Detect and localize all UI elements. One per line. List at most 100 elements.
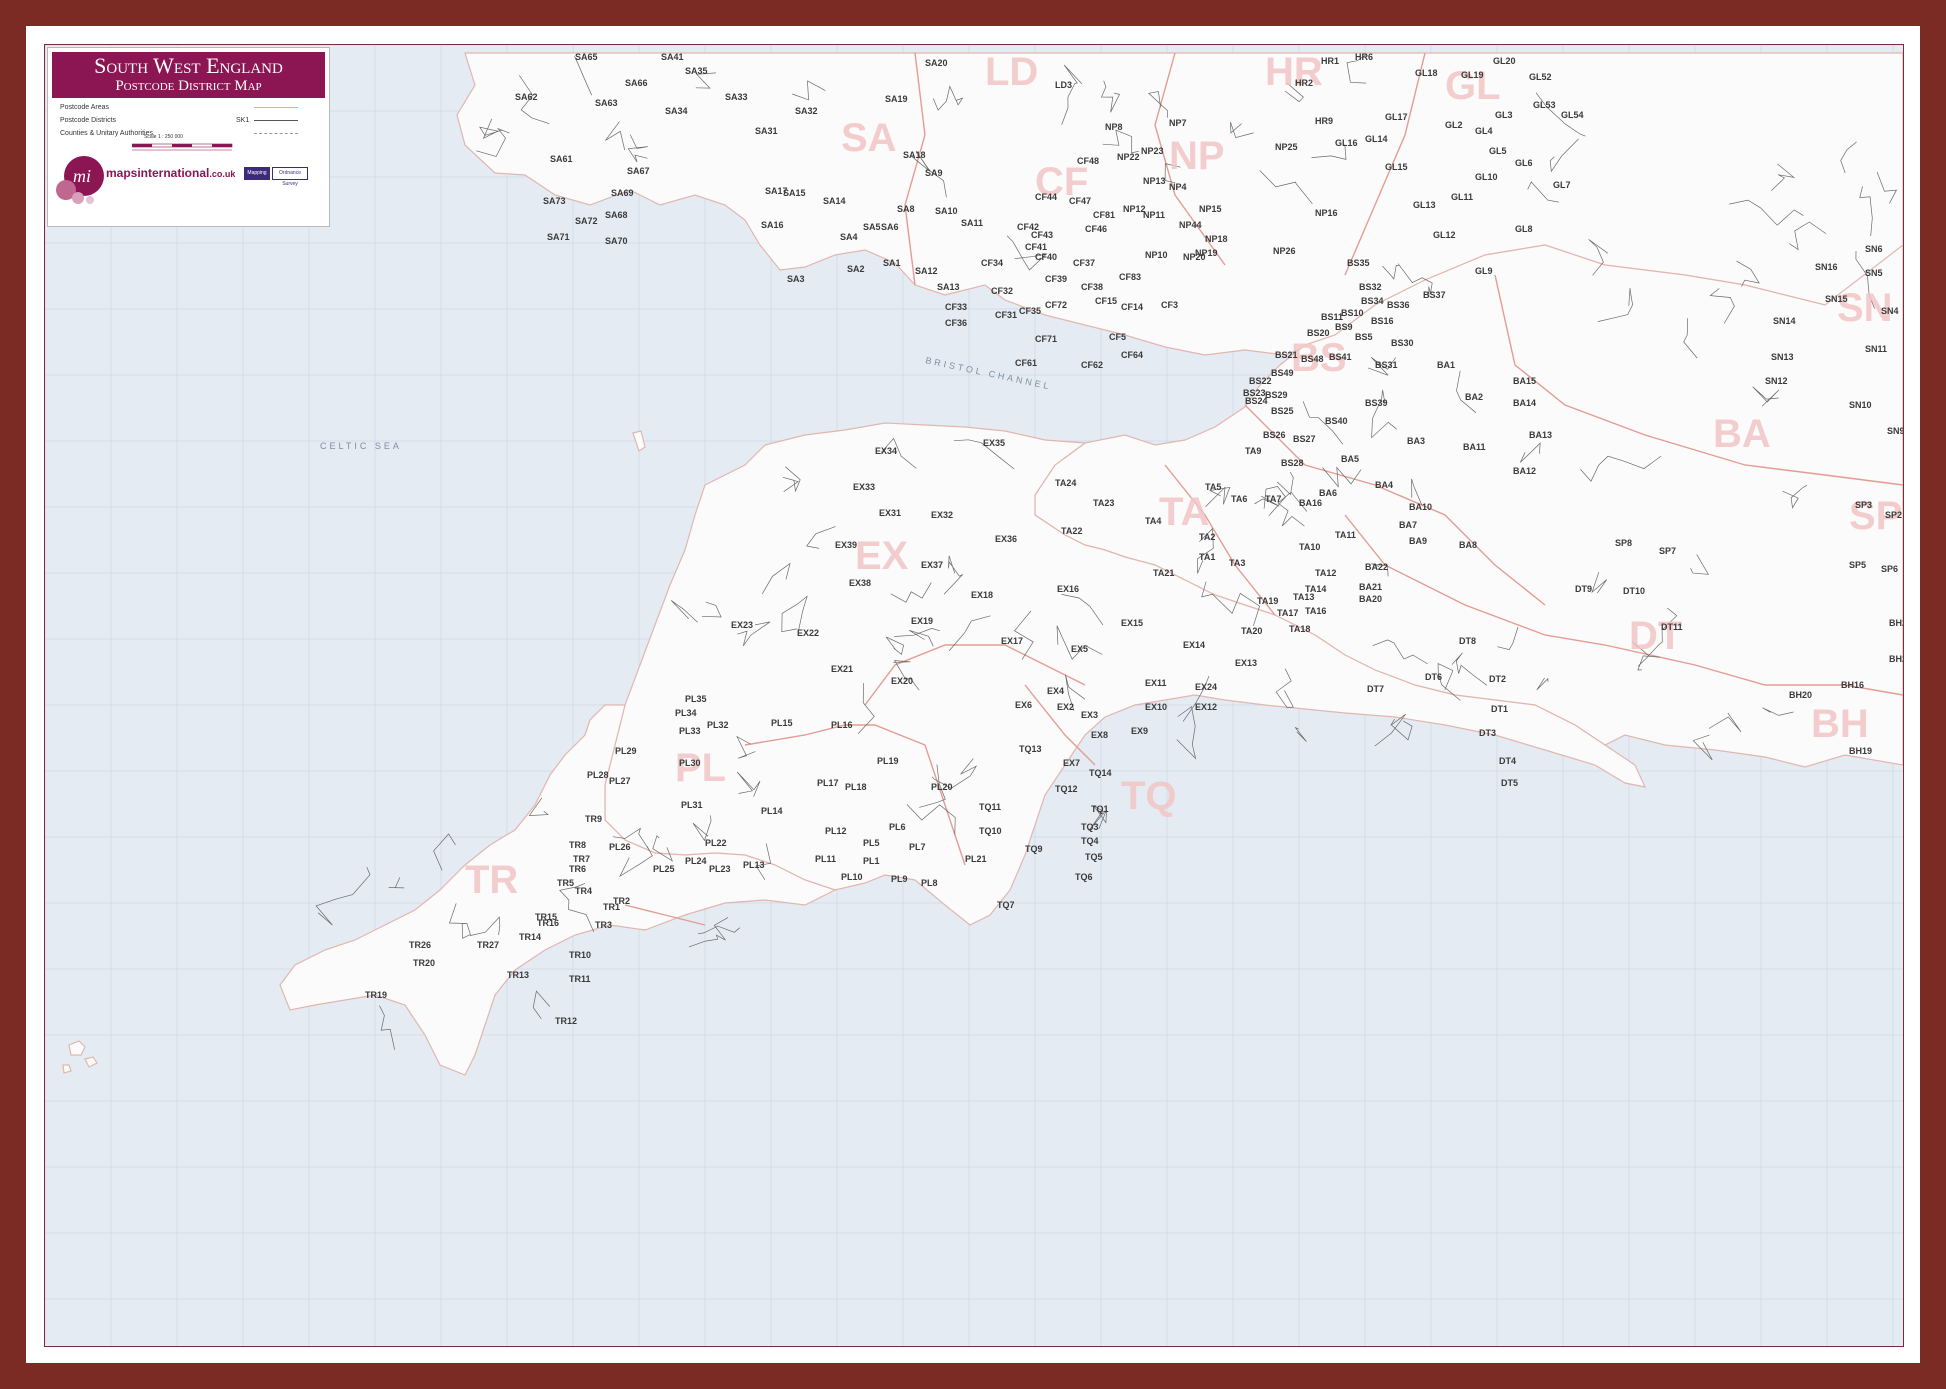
district-label-sa10: SA10 — [935, 206, 958, 216]
district-label-gl11: GL11 — [1451, 192, 1473, 202]
district-label-hr9: HR9 — [1315, 116, 1333, 126]
district-label-np26: NP26 — [1273, 246, 1296, 256]
district-label-pl15: PL15 — [771, 718, 793, 728]
district-label-pl12: PL12 — [825, 826, 847, 836]
district-label-dt3: DT3 — [1479, 728, 1496, 738]
map-subtitle: Postcode District Map — [115, 78, 262, 94]
district-label-gl4: GL4 — [1475, 126, 1493, 136]
district-label-cf71: CF71 — [1035, 334, 1057, 344]
district-label-sa65: SA65 — [575, 52, 598, 62]
district-label-bs23: BS23 — [1243, 388, 1266, 398]
district-label-bs26: BS26 — [1263, 430, 1286, 440]
district-label-ba10: BA10 — [1409, 502, 1432, 512]
district-label-ba16: BA16 — [1299, 498, 1322, 508]
district-label-ex13: EX13 — [1235, 658, 1257, 668]
district-label-gl12: GL12 — [1433, 230, 1456, 240]
district-label-cf31: CF31 — [995, 310, 1017, 320]
district-label-bh22: BH22 — [1889, 654, 1903, 664]
district-label-cf15: CF15 — [1095, 296, 1117, 306]
district-label-tq5: TQ5 — [1085, 852, 1103, 862]
area-label-dt: DT — [1629, 614, 1682, 658]
map-canvas: LD HR GLSA NPCFBSSNBATA SPEXDTBHPLTQTR CELTI… — [45, 45, 1903, 1346]
district-label-pl25: PL25 — [653, 864, 675, 874]
district-label-sa5: SA5 — [863, 222, 881, 232]
district-label-ex20: EX20 — [891, 676, 913, 686]
district-label-sn12: SN12 — [1765, 376, 1788, 386]
district-label-pl26: PL26 — [609, 842, 631, 852]
district-label-ex12: EX12 — [1195, 702, 1217, 712]
district-label-gl3: GL3 — [1495, 110, 1513, 120]
district-label-np22: NP22 — [1117, 152, 1140, 162]
district-label-pl17: PL17 — [817, 778, 839, 788]
area-label-ba: BA — [1713, 412, 1771, 456]
district-label-sn6: SN6 — [1865, 244, 1883, 254]
district-label-tq9: TQ9 — [1025, 844, 1043, 854]
district-label-pl28: PL28 — [587, 770, 609, 780]
district-label-sa8: SA8 — [897, 204, 915, 214]
district-label-cf36: CF36 — [945, 318, 967, 328]
area-label-np: NP — [1169, 134, 1225, 178]
district-label-ex38: EX38 — [849, 578, 871, 588]
district-label-bh19: BH19 — [1849, 746, 1872, 756]
district-label-cf61: CF61 — [1015, 358, 1037, 368]
area-label-tq: TQ — [1121, 774, 1177, 818]
district-label-ta5: TA5 — [1205, 482, 1221, 492]
district-label-bs37: BS37 — [1423, 290, 1446, 300]
district-label-ta18: TA18 — [1289, 624, 1310, 634]
district-label-ex16: EX16 — [1057, 584, 1079, 594]
district-label-tr11: TR11 — [569, 974, 591, 984]
svg-text:mi: mi — [73, 166, 91, 186]
district-label-sn5: SN5 — [1865, 268, 1883, 278]
district-label-cf46: CF46 — [1085, 224, 1107, 234]
district-label-sa62: SA62 — [515, 92, 538, 102]
area-label-tr: TR — [465, 858, 518, 902]
district-label-sa18: SA18 — [903, 150, 926, 160]
district-label-sa3: SA3 — [787, 274, 805, 284]
area-label-hr: HR — [1265, 50, 1323, 94]
district-label-tr8: TR8 — [569, 840, 586, 850]
partner-badge-mapping: Mapping — [244, 167, 270, 180]
district-label-bh16: BH16 — [1841, 680, 1864, 690]
district-label-ba20: BA20 — [1359, 594, 1382, 604]
district-label-gl16: GL16 — [1335, 138, 1358, 148]
district-label-pl14: PL14 — [761, 806, 783, 816]
district-label-sa19: SA19 — [885, 94, 908, 104]
district-label-bs28: BS28 — [1281, 458, 1304, 468]
district-label-hr1: HR1 — [1321, 56, 1339, 66]
district-label-np15: NP15 — [1199, 204, 1222, 214]
district-label-sa13: SA13 — [937, 282, 960, 292]
district-label-sn4: SN4 — [1881, 306, 1899, 316]
legend-swatch-districts — [254, 120, 298, 121]
district-label-ta10: TA10 — [1299, 542, 1320, 552]
district-label-tr26: TR26 — [409, 940, 431, 950]
district-label-gl18: GL18 — [1415, 68, 1438, 78]
district-label-pl32: PL32 — [707, 720, 729, 730]
district-label-ex24: EX24 — [1195, 682, 1217, 692]
district-label-bs21: BS21 — [1275, 350, 1298, 360]
map-title: South West England — [94, 53, 283, 78]
district-label-cf40: CF40 — [1035, 252, 1057, 262]
district-label-ba5: BA5 — [1341, 454, 1359, 464]
district-label-pl11: PL11 — [815, 854, 836, 864]
district-label-sa34: SA34 — [665, 106, 688, 116]
district-label-hr2: HR2 — [1295, 78, 1313, 88]
district-label-ex34: EX34 — [875, 446, 897, 456]
district-label-dt4: DT4 — [1499, 756, 1516, 766]
district-label-np10: NP10 — [1145, 250, 1168, 260]
district-label-ex3: EX3 — [1081, 710, 1098, 720]
district-label-ba2: BA2 — [1465, 392, 1483, 402]
district-label-ex14: EX14 — [1183, 640, 1205, 650]
map-legend: South West England Postcode District Map… — [47, 47, 330, 227]
district-label-tq14: TQ14 — [1089, 768, 1112, 778]
district-label-bs29: BS29 — [1265, 390, 1288, 400]
district-label-cf3: CF3 — [1161, 300, 1178, 310]
district-label-tr10: TR10 — [569, 950, 591, 960]
district-label-gl53: GL53 — [1533, 100, 1556, 110]
area-label-sa: SA — [841, 116, 897, 160]
district-label-sa70: SA70 — [605, 236, 628, 246]
district-label-gl17: GL17 — [1385, 112, 1408, 122]
district-label-bs27: BS27 — [1293, 434, 1316, 444]
district-label-sa15: SA15 — [783, 188, 806, 198]
district-label-sn14: SN14 — [1773, 316, 1796, 326]
district-label-bs11: BS11 — [1321, 312, 1343, 322]
